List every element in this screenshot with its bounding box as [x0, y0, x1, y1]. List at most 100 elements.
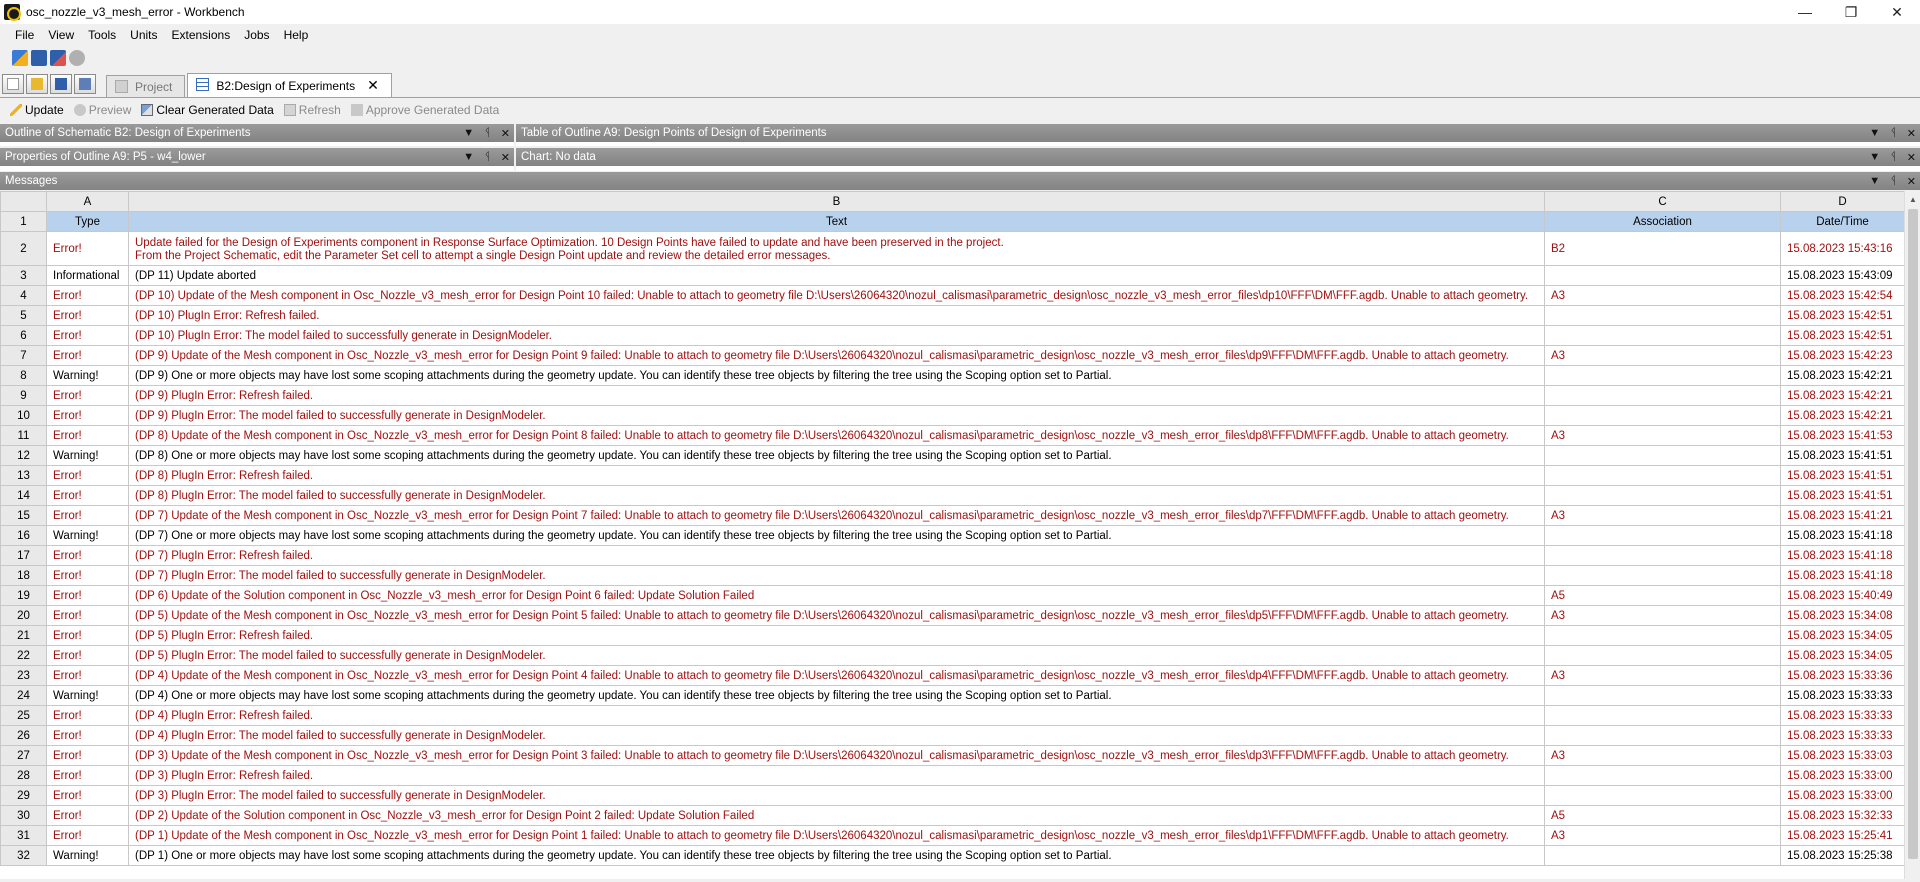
- type-cell[interactable]: Error!: [46, 345, 129, 366]
- approve-generated-data-button[interactable]: Approve Generated Data: [350, 103, 499, 117]
- type-cell[interactable]: Error!: [46, 425, 129, 446]
- association-cell[interactable]: A3: [1544, 745, 1781, 766]
- table-row[interactable]: 19 Error! (DP 6) Update of the Solution co…: [0, 585, 1904, 606]
- tab-design-of-experiments[interactable]: B2:Design of Experiments ✕: [187, 73, 392, 97]
- table-row[interactable]: 4 Error! (DP 10) Update of the Mesh compon…: [0, 285, 1904, 306]
- new-project-button[interactable]: [2, 74, 24, 94]
- datetime-cell[interactable]: 15.08.2023 15:41:51: [1780, 465, 1904, 486]
- type-cell[interactable]: Error!: [46, 585, 129, 606]
- association-cell[interactable]: A3: [1544, 285, 1781, 306]
- table-row[interactable]: 29 Error! (DP 3) PlugIn Error: The model f…: [0, 785, 1904, 806]
- minimize-button[interactable]: —: [1782, 0, 1828, 24]
- row-number[interactable]: 13: [0, 465, 47, 486]
- text-cell[interactable]: (DP 4) PlugIn Error: The model failed to…: [128, 725, 1545, 746]
- association-cell[interactable]: [1544, 265, 1781, 286]
- table-row[interactable]: 27 Error! (DP 3) Update of the Mesh compon…: [0, 745, 1904, 766]
- association-cell[interactable]: [1544, 845, 1781, 866]
- table-row[interactable]: 31 Error! (DP 1) Update of the Mesh compon…: [0, 825, 1904, 846]
- type-cell[interactable]: Error!: [46, 665, 129, 686]
- text-cell[interactable]: (DP 7) PlugIn Error: Refresh failed.: [128, 545, 1545, 566]
- row-number[interactable]: 29: [0, 785, 47, 806]
- preview-button[interactable]: Preview: [73, 103, 131, 117]
- datetime-cell[interactable]: 15.08.2023 15:33:00: [1780, 785, 1904, 806]
- table-row[interactable]: 32 Warning! (DP 1) One or more objects may…: [0, 845, 1904, 866]
- row-number[interactable]: 24: [0, 685, 47, 706]
- text-cell[interactable]: Update failed for the Design of Experime…: [128, 231, 1545, 266]
- row-number[interactable]: 12: [0, 445, 47, 466]
- datetime-cell[interactable]: 15.08.2023 15:42:21: [1780, 385, 1904, 406]
- column-letter-a[interactable]: A: [46, 191, 129, 212]
- datetime-cell[interactable]: 15.08.2023 15:41:51: [1780, 445, 1904, 466]
- datetime-cell[interactable]: 15.08.2023 15:34:05: [1780, 645, 1904, 666]
- open-project-button[interactable]: [26, 74, 48, 94]
- association-cell[interactable]: A5: [1544, 585, 1781, 606]
- type-cell[interactable]: Warning!: [46, 525, 129, 546]
- row-number[interactable]: 22: [0, 645, 47, 666]
- datetime-cell[interactable]: 15.08.2023 15:42:54: [1780, 285, 1904, 306]
- row-number[interactable]: 16: [0, 525, 47, 546]
- close-pane-icon[interactable]: ✕: [501, 151, 510, 164]
- options-icon[interactable]: [69, 50, 85, 66]
- datetime-cell[interactable]: 15.08.2023 15:40:49: [1780, 585, 1904, 606]
- column-letter-b[interactable]: B: [128, 191, 1545, 212]
- close-pane-icon[interactable]: ✕: [501, 127, 510, 140]
- row-number[interactable]: 30: [0, 805, 47, 826]
- row-number[interactable]: 11: [0, 425, 47, 446]
- text-cell[interactable]: (DP 2) Update of the Solution component …: [128, 805, 1545, 826]
- table-row[interactable]: 30 Error! (DP 2) Update of the Solution co…: [0, 805, 1904, 826]
- text-cell[interactable]: (DP 7) Update of the Mesh component in O…: [128, 505, 1545, 526]
- type-cell[interactable]: Error!: [46, 231, 129, 266]
- type-cell[interactable]: Warning!: [46, 365, 129, 386]
- pin-icon[interactable]: ᛩ: [1890, 127, 1897, 139]
- datetime-cell[interactable]: 15.08.2023 15:33:33: [1780, 705, 1904, 726]
- datetime-cell[interactable]: 15.08.2023 15:32:33: [1780, 805, 1904, 826]
- row-number[interactable]: 1: [0, 211, 47, 232]
- pin-icon[interactable]: ᛩ: [1890, 151, 1897, 163]
- text-cell[interactable]: (DP 6) Update of the Solution component …: [128, 585, 1545, 606]
- association-cell[interactable]: B2: [1544, 231, 1781, 266]
- datetime-cell[interactable]: 15.08.2023 15:33:03: [1780, 745, 1904, 766]
- row-number[interactable]: 27: [0, 745, 47, 766]
- datetime-cell[interactable]: 15.08.2023 15:41:51: [1780, 485, 1904, 506]
- association-cell[interactable]: [1544, 465, 1781, 486]
- text-cell[interactable]: (DP 10) PlugIn Error: Refresh failed.: [128, 305, 1545, 326]
- type-cell[interactable]: Error!: [46, 765, 129, 786]
- table-row[interactable]: 15 Error! (DP 7) Update of the Mesh compon…: [0, 505, 1904, 526]
- type-cell[interactable]: Error!: [46, 485, 129, 506]
- datetime-cell[interactable]: 15.08.2023 15:41:53: [1780, 425, 1904, 446]
- association-cell[interactable]: [1544, 705, 1781, 726]
- association-cell[interactable]: [1544, 405, 1781, 426]
- type-cell[interactable]: Error!: [46, 465, 129, 486]
- association-cell[interactable]: A3: [1544, 345, 1781, 366]
- table-row[interactable]: 7 Error! (DP 9) Update of the Mesh compone…: [0, 345, 1904, 366]
- datetime-cell[interactable]: 15.08.2023 15:41:18: [1780, 565, 1904, 586]
- table-row[interactable]: 10 Error! (DP 9) PlugIn Error: The model f…: [0, 405, 1904, 426]
- association-cell[interactable]: [1544, 485, 1781, 506]
- text-cell[interactable]: (DP 9) One or more objects may have lost…: [128, 365, 1545, 386]
- table-row[interactable]: 20 Error! (DP 5) Update of the Mesh compon…: [0, 605, 1904, 626]
- datetime-cell[interactable]: 15.08.2023 15:34:05: [1780, 625, 1904, 646]
- type-cell[interactable]: Error!: [46, 325, 129, 346]
- datetime-cell[interactable]: 15.08.2023 15:33:00: [1780, 765, 1904, 786]
- datetime-cell[interactable]: 15.08.2023 15:25:38: [1780, 845, 1904, 866]
- text-cell[interactable]: (DP 9) PlugIn Error: Refresh failed.: [128, 385, 1545, 406]
- update-button[interactable]: Update: [10, 103, 64, 117]
- row-number[interactable]: 21: [0, 625, 47, 646]
- type-cell[interactable]: Error!: [46, 285, 129, 306]
- row-number[interactable]: 17: [0, 545, 47, 566]
- text-cell[interactable]: (DP 1) Update of the Mesh component in O…: [128, 825, 1545, 846]
- row-number[interactable]: 9: [0, 385, 47, 406]
- datetime-cell[interactable]: 15.08.2023 15:34:08: [1780, 605, 1904, 626]
- row-number[interactable]: 3: [0, 265, 47, 286]
- header-datetime[interactable]: Date/Time: [1780, 211, 1904, 232]
- type-cell[interactable]: Error!: [46, 785, 129, 806]
- type-cell[interactable]: Error!: [46, 405, 129, 426]
- text-cell[interactable]: (DP 4) Update of the Mesh component in O…: [128, 665, 1545, 686]
- datetime-cell[interactable]: 15.08.2023 15:41:18: [1780, 545, 1904, 566]
- text-cell[interactable]: (DP 5) Update of the Mesh component in O…: [128, 605, 1545, 626]
- row-number[interactable]: 8: [0, 365, 47, 386]
- row-number[interactable]: 7: [0, 345, 47, 366]
- type-cell[interactable]: Warning!: [46, 445, 129, 466]
- table-row[interactable]: 9 Error! (DP 9) PlugIn Error: Refresh fail…: [0, 385, 1904, 406]
- association-cell[interactable]: A3: [1544, 605, 1781, 626]
